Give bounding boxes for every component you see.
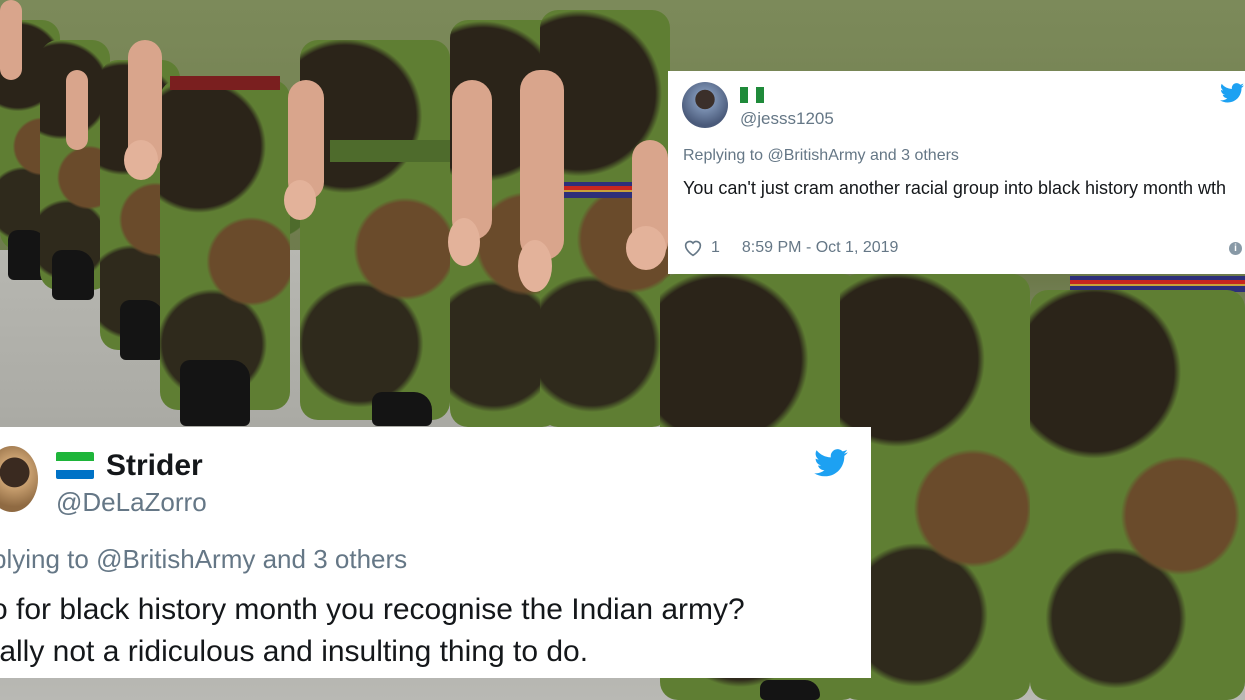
flag-stripe bbox=[56, 452, 94, 461]
flag-stripe bbox=[748, 87, 756, 103]
soldier-boot bbox=[120, 300, 164, 360]
soldier-leg bbox=[1030, 290, 1245, 700]
striped-belt bbox=[560, 182, 640, 198]
flag-stripe bbox=[756, 87, 764, 103]
soldier-arm bbox=[66, 70, 88, 150]
twitter-bird-icon[interactable] bbox=[814, 449, 848, 477]
tweet-text-line: tally not a ridiculous and insulting thi… bbox=[0, 635, 589, 668]
tweet-card-delazorro[interactable]: Strider @DeLaZorro plying to @BritishArm… bbox=[0, 427, 871, 678]
soldier-hand bbox=[124, 140, 158, 180]
info-icon[interactable]: i bbox=[1229, 242, 1242, 255]
tweet-meta: 1 8:59 PM - Oct 1, 2019 bbox=[683, 239, 898, 257]
like-count: 1 bbox=[711, 239, 720, 256]
soldier-boot bbox=[760, 680, 820, 700]
tweet-text-line: o for black history month you recognise … bbox=[0, 593, 745, 626]
tweet-card-jesss1205[interactable]: @jesss1205 Replying to @BritishArmy and … bbox=[668, 71, 1245, 274]
sierra-leone-flag-icon bbox=[56, 452, 94, 479]
display-name[interactable]: Strider bbox=[106, 449, 203, 483]
tweet-text: o for black history month you recognise … bbox=[0, 589, 871, 673]
tweet-text: You can't just cram another racial group… bbox=[683, 178, 1227, 198]
reply-prefix: Replying to bbox=[683, 147, 768, 164]
timestamp[interactable]: 8:59 PM - Oct 1, 2019 bbox=[742, 239, 899, 257]
reply-suffix: and 3 others bbox=[255, 544, 408, 574]
soldier-boot bbox=[180, 360, 250, 426]
reply-context: Replying to @BritishArmy and 3 others bbox=[683, 147, 959, 165]
soldier-hand bbox=[284, 180, 316, 220]
soldier-hand bbox=[448, 218, 480, 266]
soldier-boot bbox=[52, 250, 94, 300]
nigeria-flag-icon bbox=[740, 87, 764, 103]
green-belt bbox=[330, 140, 450, 162]
soldier-arm bbox=[520, 70, 564, 260]
reply-context: plying to @BritishArmy and 3 others bbox=[0, 544, 407, 575]
flag-stripe bbox=[56, 470, 94, 479]
avatar[interactable] bbox=[682, 82, 728, 128]
soldier-arm bbox=[0, 0, 22, 80]
avatar[interactable] bbox=[0, 446, 38, 512]
soldier-arm bbox=[452, 80, 492, 240]
red-belt bbox=[170, 76, 280, 90]
reply-target[interactable]: @BritishArmy bbox=[768, 147, 866, 164]
reply-target[interactable]: @BritishArmy bbox=[96, 544, 255, 574]
flag-stripe bbox=[56, 461, 94, 470]
soldier-hand bbox=[626, 226, 666, 270]
flag-stripe bbox=[740, 87, 748, 103]
reply-suffix: and 3 others bbox=[865, 147, 959, 164]
soldier-boot bbox=[372, 392, 432, 426]
reply-prefix: plying to bbox=[0, 544, 97, 574]
user-handle[interactable]: @jesss1205 bbox=[740, 109, 834, 129]
heart-icon[interactable] bbox=[683, 239, 703, 257]
twitter-bird-icon[interactable] bbox=[1220, 83, 1244, 103]
soldier-hand bbox=[518, 240, 552, 292]
user-handle[interactable]: @DeLaZorro bbox=[56, 487, 207, 518]
